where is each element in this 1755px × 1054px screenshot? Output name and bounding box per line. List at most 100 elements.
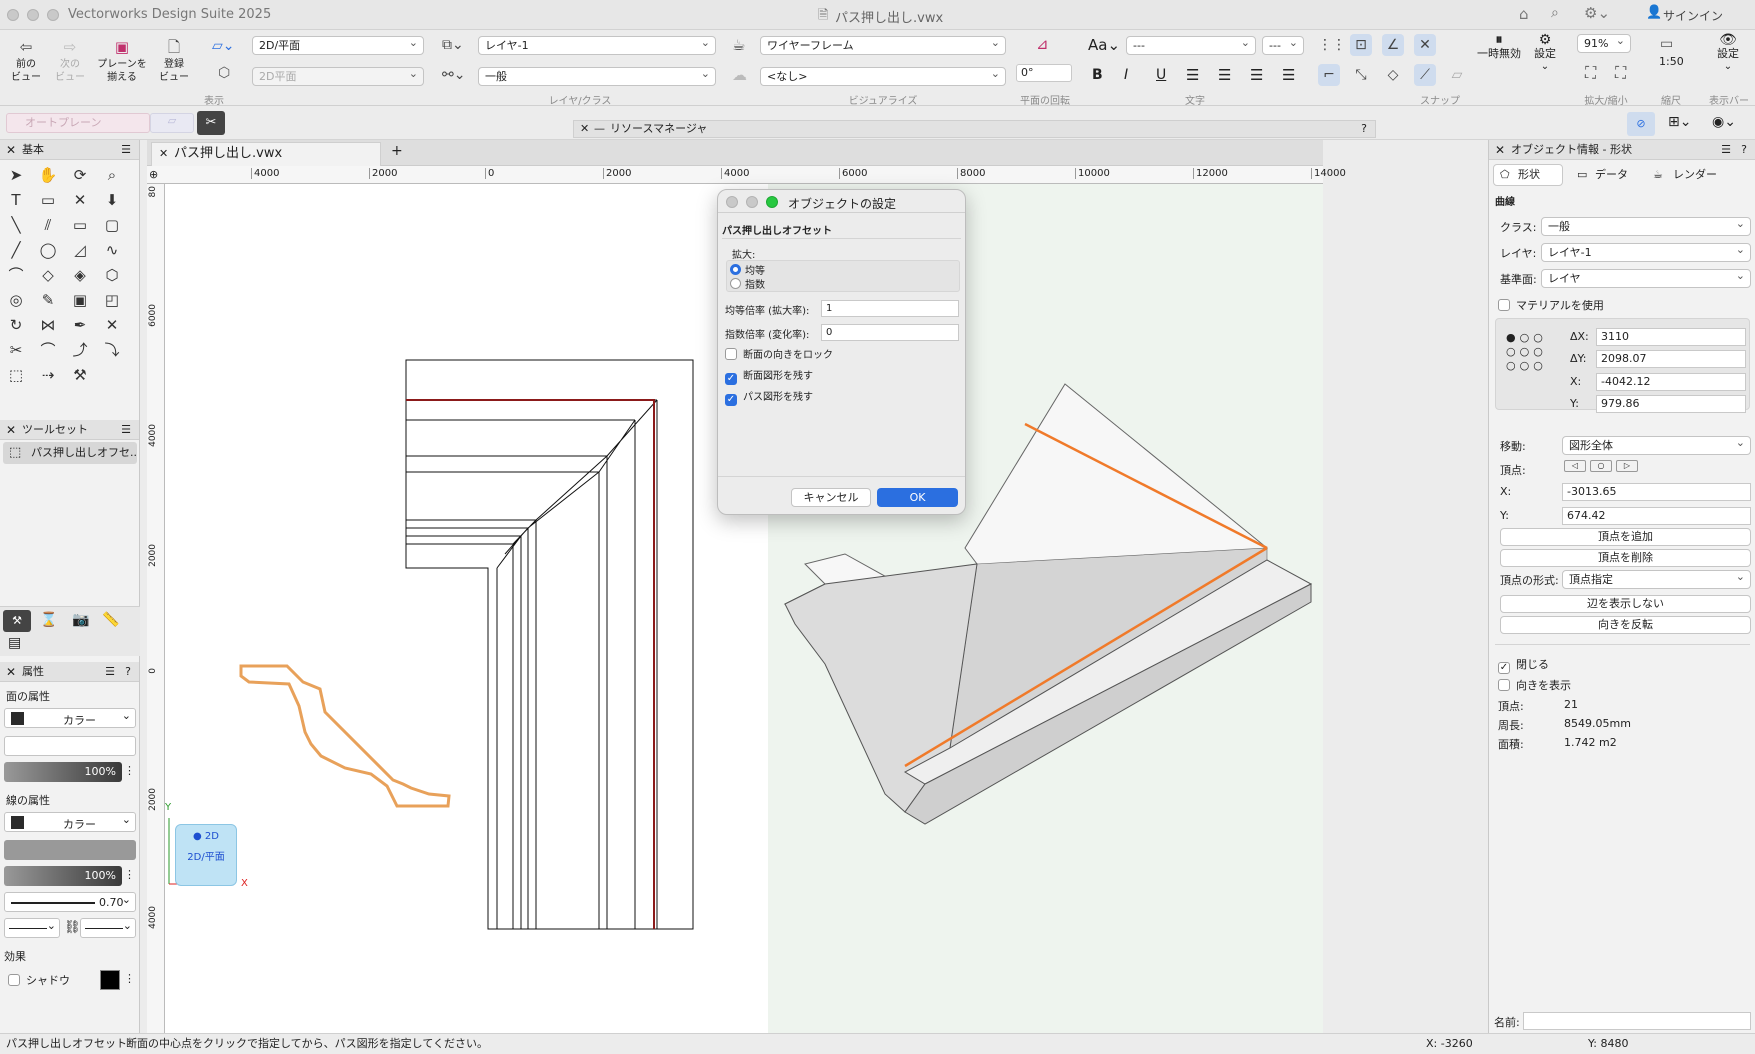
- plane-select[interactable]: レイヤ: [1541, 269, 1751, 288]
- prev-vertex-icon[interactable]: ◁: [1564, 460, 1586, 472]
- diagonal-line-tool-icon[interactable]: ╱: [5, 239, 27, 261]
- snap-object-icon[interactable]: ⊡: [1350, 34, 1372, 56]
- reverse-button[interactable]: 向きを反転: [1500, 616, 1751, 634]
- zoom-fit-icon[interactable]: ⛶: [1585, 63, 1596, 83]
- eraser-tool-icon[interactable]: ⬚: [5, 364, 27, 386]
- surface-tool-icon[interactable]: ◈: [69, 264, 91, 286]
- material-checkbox[interactable]: マテリアルを使用: [1498, 297, 1604, 313]
- plane-toggle-icon[interactable]: ▱: [150, 113, 194, 133]
- signin-link[interactable]: サインイン: [1663, 7, 1723, 24]
- origin-icon[interactable]: ⊕: [149, 168, 158, 181]
- displaybar-settings-button[interactable]: 👁 設定 ⌄: [1710, 33, 1746, 73]
- line-type-select[interactable]: カラー ⌄: [4, 812, 136, 832]
- menu-icon[interactable]: ☰: [1721, 140, 1731, 160]
- align-left-icon[interactable]: ☰: [1186, 66, 1199, 84]
- dims-tool-icon[interactable]: ⌛: [40, 612, 57, 628]
- dialog-zoom-button[interactable]: [766, 196, 778, 208]
- pause-snap-button[interactable]: ⏸ 一時無効: [1476, 33, 1522, 60]
- layer-vis-icon[interactable]: ◉⌄: [1712, 114, 1736, 130]
- minimize-icon[interactable]: —: [594, 121, 605, 137]
- locus-tool-icon[interactable]: ✕: [69, 189, 91, 211]
- gear-menu-icon[interactable]: ⚙⌄: [1584, 4, 1610, 22]
- snap-intersection-icon[interactable]: ✕: [1414, 34, 1436, 56]
- layer-select[interactable]: レイヤ-1: [478, 36, 716, 55]
- align-plane-button[interactable]: ▣前の ビュープレーンを 揃える: [94, 36, 150, 84]
- home-icon[interactable]: ⌂: [1519, 5, 1529, 23]
- triangle-tool-icon[interactable]: ◿: [69, 239, 91, 261]
- font-icon[interactable]: Aa⌄: [1088, 36, 1120, 54]
- rounded-rect-tool-icon[interactable]: ▢: [101, 214, 123, 236]
- stake-tool-icon[interactable]: ⬇: [101, 189, 123, 211]
- ruler-icon[interactable]: 📏: [102, 612, 119, 628]
- help-icon[interactable]: ?: [1741, 140, 1747, 160]
- arc-tool-icon[interactable]: ⌒: [5, 264, 27, 286]
- hide-edge-button[interactable]: 辺を表示しない: [1500, 595, 1751, 613]
- shadow-checkbox[interactable]: シャドウ: [8, 972, 70, 988]
- flyover-tool-icon[interactable]: ⟳: [69, 164, 91, 186]
- fillet-tool-icon[interactable]: ⌒: [37, 339, 59, 361]
- zoom-tool-icon[interactable]: ⌕: [101, 164, 123, 186]
- snap-grid-icon[interactable]: ⋮⋮: [1318, 34, 1346, 56]
- size-select[interactable]: ---: [1262, 36, 1304, 55]
- vx-field[interactable]: -3013.65: [1562, 483, 1751, 501]
- hammer-tool-icon[interactable]: ⚒: [69, 364, 91, 386]
- shadow-color-swatch[interactable]: [100, 970, 120, 990]
- class-select[interactable]: 一般: [1541, 217, 1751, 236]
- close-icon[interactable]: ✕: [1495, 140, 1505, 160]
- snap-plane-icon[interactable]: ▱: [1446, 64, 1468, 86]
- close-window-button[interactable]: [7, 9, 19, 21]
- dx-field[interactable]: 3110: [1596, 328, 1746, 346]
- plane-select[interactable]: 2D平面: [252, 67, 424, 86]
- name-field[interactable]: [1523, 1012, 1751, 1030]
- closed-checkbox[interactable]: ✓ 閉じる: [1498, 656, 1549, 674]
- dy-field[interactable]: 2098.07: [1596, 350, 1746, 368]
- close-icon[interactable]: ✕: [580, 121, 589, 137]
- connect-tool-icon[interactable]: ⇢: [37, 364, 59, 386]
- snap-surface-icon[interactable]: ◇: [1382, 64, 1404, 86]
- move-select[interactable]: 図形全体: [1562, 436, 1751, 455]
- underline-button[interactable]: U: [1156, 67, 1166, 83]
- snap-smart-icon[interactable]: ⟋: [1414, 64, 1436, 86]
- cancel-button[interactable]: キャンセル: [791, 488, 871, 507]
- document-tab[interactable]: ✕ パス押し出し.vwx: [151, 142, 381, 166]
- close-icon[interactable]: ✕: [6, 140, 16, 160]
- menu-icon[interactable]: ☰: [121, 140, 131, 160]
- zoom-page-icon[interactable]: ⛶: [1615, 63, 1626, 83]
- walls-icon[interactable]: ▤: [8, 635, 21, 651]
- y-field[interactable]: 979.86: [1596, 395, 1746, 413]
- keep-section-checkbox[interactable]: ✓ 断面図形を残す: [725, 367, 813, 385]
- snap-settings-button[interactable]: ⚙ 設定 ⌄: [1528, 33, 1562, 73]
- keep-path-checkbox[interactable]: ✓ パス図形を残す: [725, 388, 813, 406]
- vertex-type-select[interactable]: 頂点指定: [1562, 570, 1751, 589]
- dialog-minimize-button[interactable]: [746, 196, 758, 208]
- scale-value[interactable]: 1:50: [1659, 55, 1684, 68]
- text-tool-icon[interactable]: T: [5, 189, 27, 211]
- align-justify-icon[interactable]: ☰: [1282, 66, 1295, 84]
- prev-view-button[interactable]: ⇦ 前の ビュー: [6, 36, 46, 84]
- path-object[interactable]: [406, 399, 655, 929]
- polygon-tool-icon[interactable]: ◇: [37, 264, 59, 286]
- more-icon[interactable]: ⋮: [124, 764, 135, 777]
- callout-tool-icon[interactable]: ▭: [37, 189, 59, 211]
- class-select[interactable]: 一般: [478, 67, 716, 86]
- resource-manager-bar[interactable]: ✕ — リソースマネージャ ?: [573, 120, 1376, 138]
- help-icon[interactable]: ?: [125, 662, 131, 682]
- build-tool-icon[interactable]: ⚒: [3, 610, 31, 632]
- fill-type-select[interactable]: カラー ⌄: [4, 708, 136, 728]
- ok-button[interactable]: OK: [877, 488, 958, 507]
- view-eye-icon[interactable]: ⊘: [1627, 112, 1655, 136]
- radio-exponent[interactable]: 指数: [730, 276, 765, 291]
- toolset-item[interactable]: ⬚ パス押し出しオフセ...: [3, 442, 137, 464]
- rotation-field[interactable]: 0°: [1016, 64, 1072, 82]
- tab-data[interactable]: ▭ データ: [1571, 164, 1641, 186]
- line-weight-select[interactable]: 0.70 ⌄: [4, 892, 136, 912]
- menu-icon[interactable]: ☰: [105, 662, 115, 682]
- dialog-close-button[interactable]: [726, 196, 738, 208]
- snap-angle-icon[interactable]: ∠: [1382, 34, 1404, 56]
- eyedropper-tool-icon[interactable]: ✎: [37, 289, 59, 311]
- brush-tool-icon[interactable]: ✒: [69, 314, 91, 336]
- tab-shape[interactable]: ⬠ 形状: [1493, 164, 1563, 186]
- more-icon[interactable]: ⋮: [124, 868, 135, 881]
- lighting-select[interactable]: <なし>: [760, 67, 1006, 86]
- view-cube-badge[interactable]: ● 2D 2D/平面: [175, 824, 237, 886]
